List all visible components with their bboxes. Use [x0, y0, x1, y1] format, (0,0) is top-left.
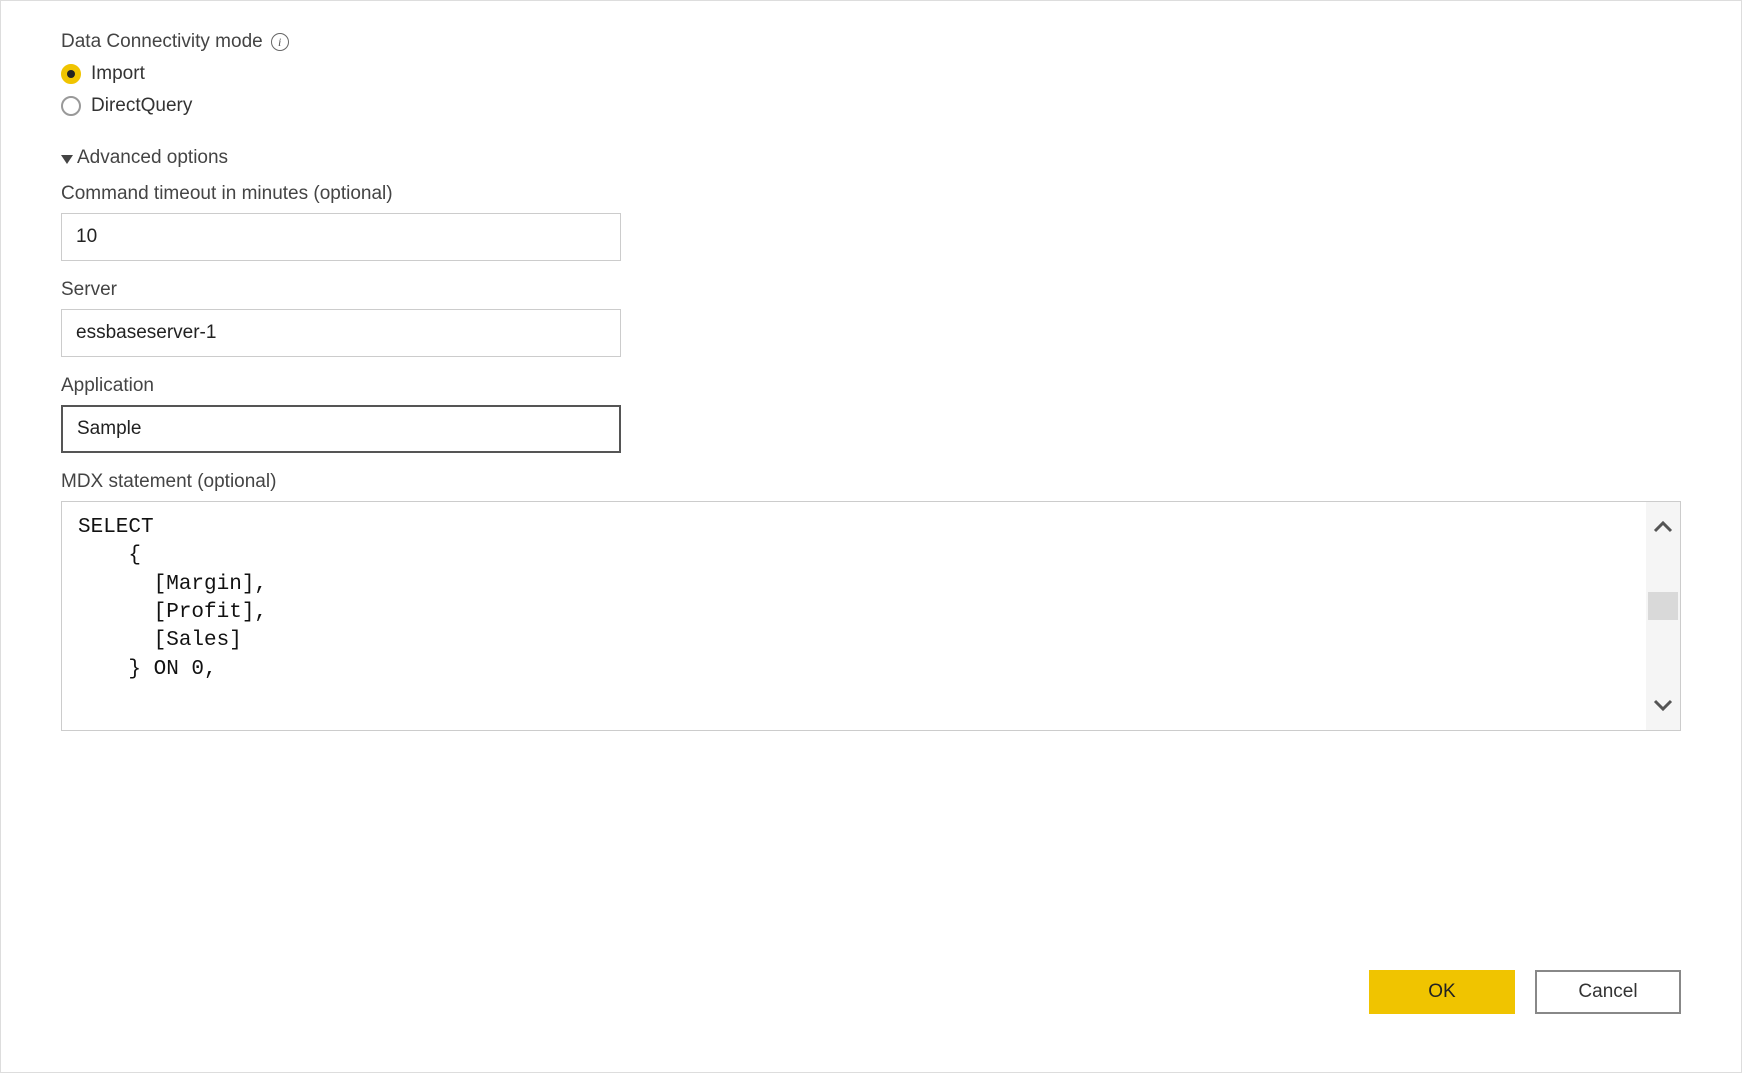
scroll-thumb[interactable] [1648, 592, 1678, 620]
radio-directquery[interactable]: DirectQuery [61, 95, 1681, 117]
connection-dialog: Data Connectivity mode i Import DirectQu… [0, 0, 1742, 1073]
scroll-down-icon[interactable] [1653, 698, 1673, 712]
radio-icon-unselected [61, 96, 81, 116]
radio-import-label: Import [91, 63, 145, 85]
application-input[interactable] [61, 405, 621, 453]
mdx-textarea[interactable] [62, 502, 1646, 730]
server-input[interactable] [61, 309, 621, 357]
radio-import[interactable]: Import [61, 63, 1681, 85]
cancel-button[interactable]: Cancel [1535, 970, 1681, 1014]
mdx-scrollbar[interactable] [1646, 502, 1680, 730]
radio-directquery-label: DirectQuery [91, 95, 192, 117]
timeout-label: Command timeout in minutes (optional) [61, 183, 1681, 205]
advanced-options-expander[interactable]: Advanced options [61, 147, 1681, 169]
mdx-label: MDX statement (optional) [61, 471, 1681, 493]
radio-icon-selected [61, 64, 81, 84]
connectivity-radio-group: Import DirectQuery [61, 63, 1681, 117]
application-label: Application [61, 375, 1681, 397]
ok-button[interactable]: OK [1369, 970, 1515, 1014]
connectivity-mode-heading: Data Connectivity mode i [61, 31, 1681, 53]
server-label: Server [61, 279, 1681, 301]
advanced-options-label: Advanced options [77, 147, 228, 169]
info-icon[interactable]: i [271, 33, 289, 51]
connectivity-mode-label: Data Connectivity mode [61, 31, 263, 53]
dialog-button-row: OK Cancel [1369, 970, 1681, 1014]
mdx-input-wrapper [61, 501, 1681, 731]
chevron-down-icon [61, 155, 73, 164]
timeout-input[interactable] [61, 213, 621, 261]
scroll-up-icon[interactable] [1653, 520, 1673, 534]
